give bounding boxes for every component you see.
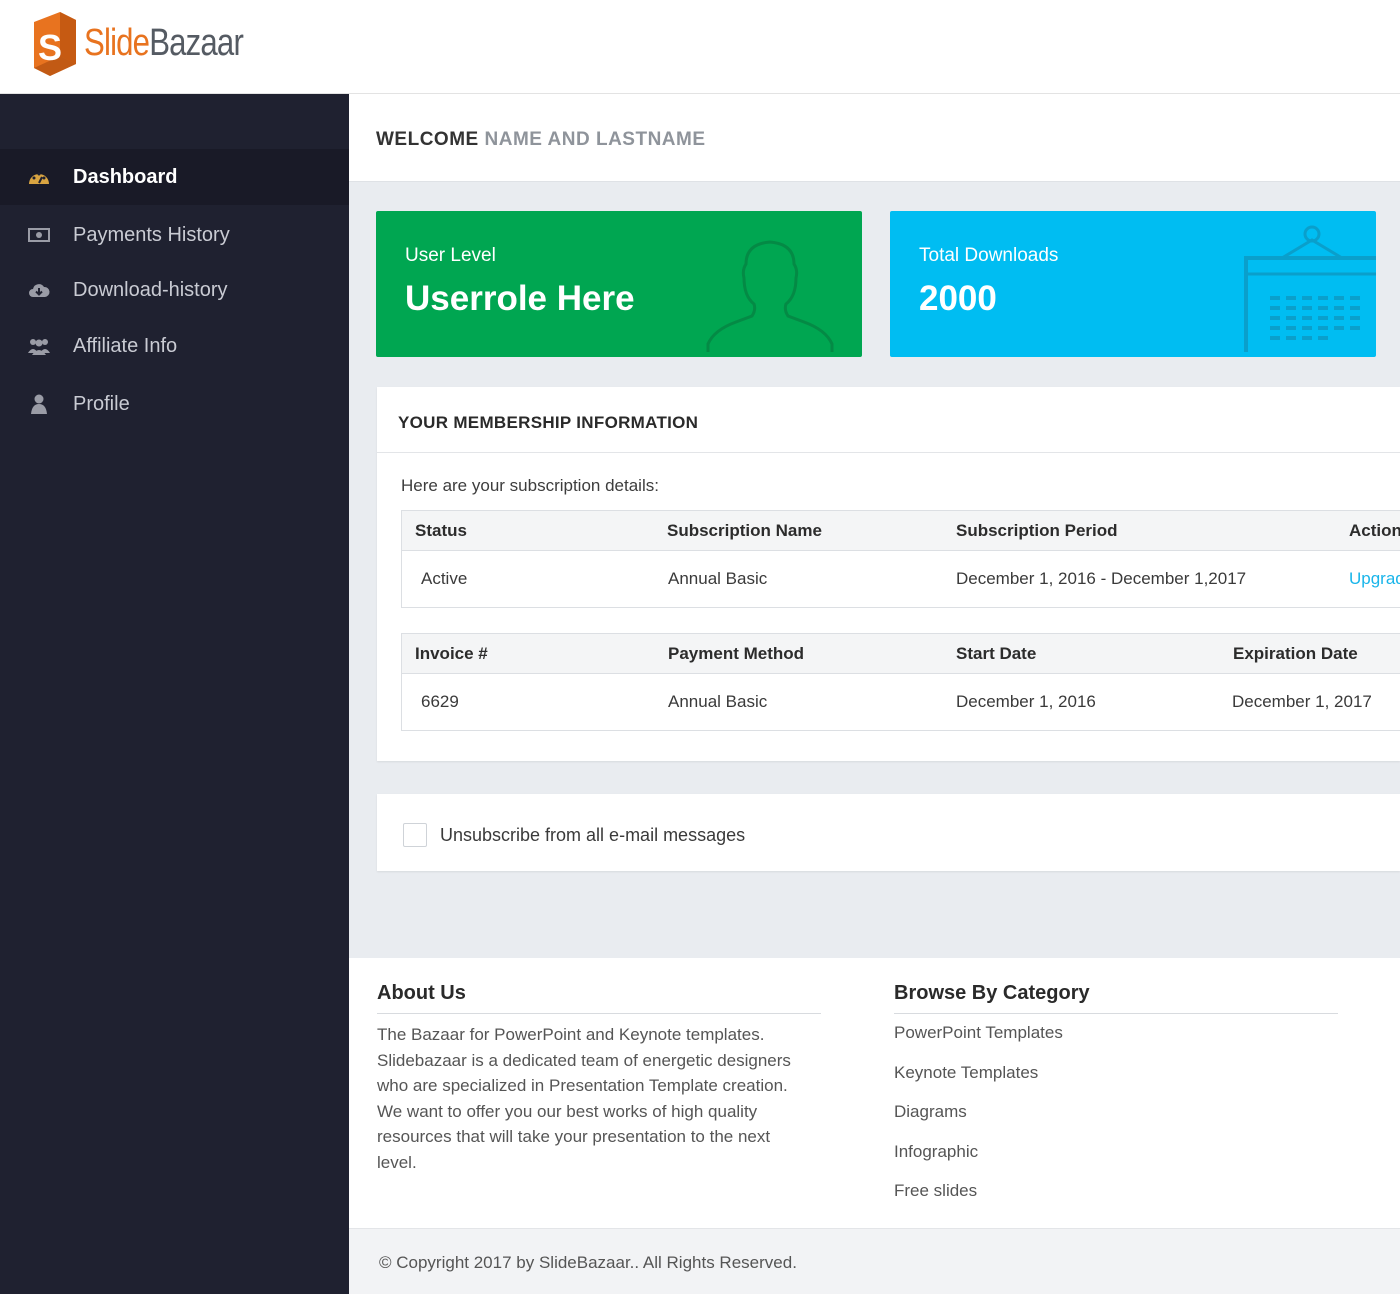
logo-cube-icon: S [30, 10, 78, 76]
sidebar-item-affiliate-info[interactable]: Affiliate Info [0, 318, 349, 374]
sidebar-item-label: Download-history [73, 278, 228, 301]
membership-title: YOUR MEMBERSHIP INFORMATION [398, 413, 699, 432]
logo-word-slide: Slide [84, 21, 150, 64]
user-level-card: User Level Userrole Here [376, 211, 862, 357]
cell-payment-method: Annual Basic [668, 692, 768, 711]
cell-status: Active [421, 569, 468, 588]
footer-link-infographic[interactable]: Infographic [894, 1141, 1338, 1181]
money-icon [27, 225, 51, 245]
footer-about-title: About Us [377, 982, 821, 1014]
footer-category-links: PowerPoint Templates Keynote Templates D… [894, 1022, 1338, 1220]
sidebar-item-label: Profile [73, 392, 130, 415]
cell-subscription-period: December 1, 2016 - December 1,2017 [956, 569, 1247, 588]
unsubscribe-panel: Unsubscribe from all e-mail messages [377, 794, 1400, 871]
cell-subscription-name: Annual Basic [668, 569, 768, 588]
sidebar-item-dashboard[interactable]: Dashboard [0, 149, 349, 205]
total-downloads-card: Total Downloads 2000 [890, 211, 1376, 357]
welcome-bar: WELCOME NAME AND LASTNAME [349, 94, 1400, 182]
column-header-subscription-period: Subscription Period [956, 521, 1118, 540]
footer-link-free-slides[interactable]: Free slides [894, 1180, 1338, 1220]
cell-invoice-number: 6629 [421, 692, 459, 711]
footer-link-diagrams[interactable]: Diagrams [894, 1101, 1338, 1141]
column-header-start-date: Start Date [956, 644, 1037, 663]
footer-category-column: Browse By Category PowerPoint Templates … [894, 982, 1338, 1220]
column-header-expiration-date: Expiration Date [1233, 644, 1358, 663]
person-silhouette-icon [706, 230, 838, 357]
slidebazaar-logo[interactable]: S SlideBazaar [30, 10, 278, 76]
table-header-row: Invoice # Payment Method Start Date Expi… [402, 634, 1400, 674]
invoice-table: Invoice # Payment Method Start Date Expi… [401, 633, 1400, 731]
unsubscribe-label[interactable]: Unsubscribe from all e-mail messages [440, 825, 745, 846]
sidebar-item-payments-history[interactable]: Payments History [0, 207, 349, 263]
dashboard-gauge-icon [27, 167, 51, 187]
users-icon [27, 336, 51, 356]
upgrade-link[interactable]: Upgrade [1349, 569, 1400, 589]
user-level-value: Userrole Here [405, 279, 635, 318]
membership-panel: YOUR MEMBERSHIP INFORMATION Here are you… [377, 387, 1400, 761]
welcome-prefix: WELCOME [376, 129, 479, 150]
column-header-invoice: Invoice # [415, 644, 488, 663]
logo-word-bazaar: Bazaar [149, 21, 244, 64]
sidebar-item-profile[interactable]: Profile [0, 376, 349, 432]
table-row: 6629 Annual Basic December 1, 2016 Decem… [402, 674, 1400, 730]
total-downloads-value: 2000 [919, 279, 997, 318]
sidebar-item-label: Affiliate Info [73, 334, 178, 357]
sidebar-item-download-history[interactable]: Download-history [0, 262, 349, 318]
footer-about-column: About Us The Bazaar for PowerPoint and K… [377, 982, 821, 1175]
page-title: WELCOME NAME AND LASTNAME [376, 129, 706, 151]
cell-start-date: December 1, 2016 [956, 692, 1096, 711]
logo-letter: S [38, 27, 62, 68]
table-row: Active Annual Basic December 1, 2016 - D… [402, 551, 1400, 607]
cell-expiration-date: December 1, 2017 [1232, 692, 1372, 711]
welcome-username: NAME AND LASTNAME [484, 129, 706, 150]
subscription-intro: Here are your subscription details: [401, 476, 659, 495]
column-header-status: Status [415, 521, 467, 540]
subscription-table: Status Subscription Name Subscription Pe… [401, 510, 1400, 608]
membership-panel-header: YOUR MEMBERSHIP INFORMATION [377, 387, 1400, 453]
column-header-payment-method: Payment Method [668, 644, 805, 663]
total-downloads-label: Total Downloads [919, 245, 1059, 266]
footer: About Us The Bazaar for PowerPoint and K… [349, 958, 1400, 1294]
footer-about-text: The Bazaar for PowerPoint and Keynote te… [377, 1025, 791, 1172]
calendar-icon [1244, 220, 1376, 357]
column-header-subscription-name: Subscription Name [667, 521, 822, 540]
copyright-bar: © Copyright 2017 by SlideBazaar.. All Ri… [349, 1228, 1400, 1294]
unsubscribe-checkbox[interactable] [403, 823, 427, 847]
footer-link-keynote-templates[interactable]: Keynote Templates [894, 1062, 1338, 1102]
cloud-download-icon [27, 280, 51, 300]
table-header-row: Status Subscription Name Subscription Pe… [402, 511, 1400, 551]
main-content: WELCOME NAME AND LASTNAME User Level Use… [349, 94, 1400, 958]
sidebar: Dashboard Payments History Download-hist… [0, 94, 349, 1294]
footer-link-powerpoint-templates[interactable]: PowerPoint Templates [894, 1022, 1338, 1062]
user-icon [27, 394, 51, 414]
copyright-text: © Copyright 2017 by SlideBazaar.. All Ri… [379, 1253, 797, 1272]
footer-category-title: Browse By Category [894, 982, 1338, 1014]
sidebar-item-label: Dashboard [73, 165, 178, 188]
user-level-label: User Level [405, 245, 496, 266]
logo-wordmark: SlideBazaar [84, 21, 244, 65]
column-header-action: Action [1349, 521, 1400, 540]
sidebar-item-label: Payments History [73, 223, 230, 246]
top-header: S SlideBazaar [0, 0, 1400, 94]
